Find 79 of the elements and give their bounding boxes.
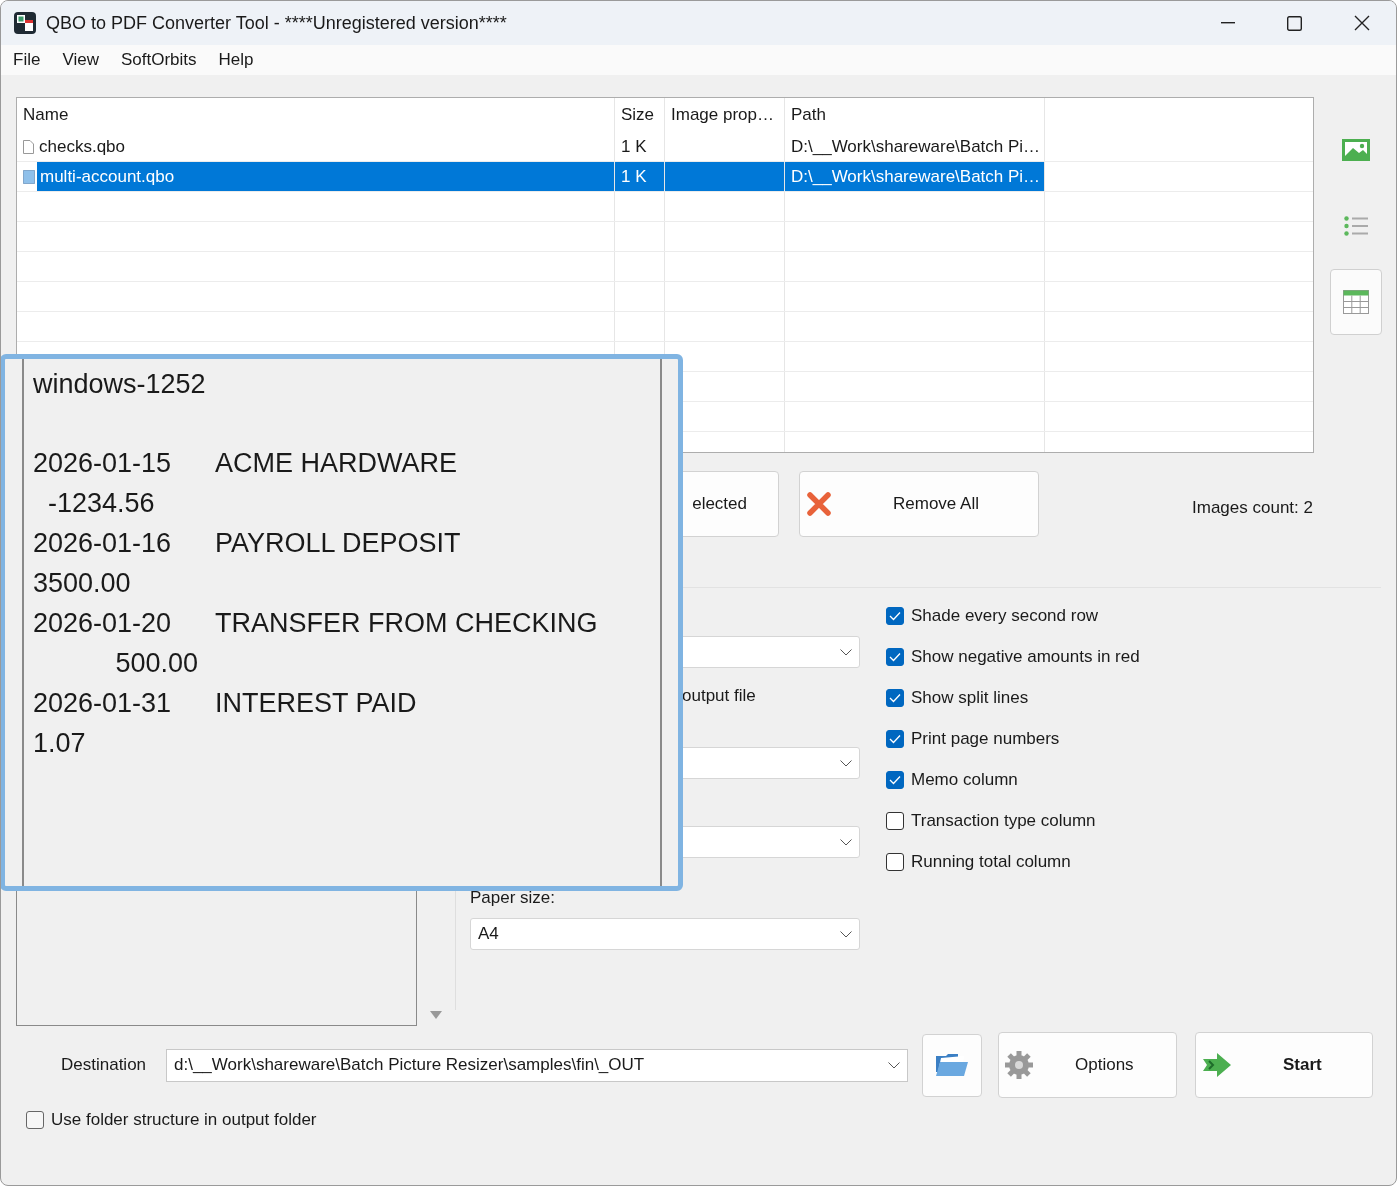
amount-text: -1234.56 bbox=[47, 487, 155, 520]
browse-folder-button[interactable] bbox=[922, 1033, 982, 1097]
file-name: multi-account.qbo bbox=[40, 166, 175, 187]
view-button[interactable] bbox=[1329, 269, 1382, 335]
output-file-label: output file bbox=[681, 685, 757, 707]
remove-icon bbox=[807, 491, 831, 516]
amount-text: 3500.00 bbox=[33, 567, 131, 600]
chevron-icon bbox=[840, 648, 852, 656]
chevron-icon bbox=[840, 930, 852, 938]
checkbox[interactable] bbox=[886, 606, 904, 625]
checkmark-icon bbox=[889, 610, 901, 621]
date-text: 2026-01-15 bbox=[33, 447, 173, 480]
amount-text: 1.07 bbox=[33, 727, 86, 760]
checkbox[interactable] bbox=[886, 688, 904, 707]
date-text: 2026-01-16 bbox=[33, 527, 173, 560]
date-text: 2026-01-20 bbox=[33, 607, 173, 640]
amount-text: 500.00 bbox=[114, 647, 199, 680]
path-cell: D:\__Work\shareware\Batch Pi… bbox=[785, 132, 1045, 161]
file-name: checks.qbo bbox=[39, 136, 125, 157]
checkbox-label[interactable]: Show negative amounts in red bbox=[911, 646, 1140, 667]
picture-icon bbox=[1341, 139, 1370, 161]
paper-size-label: Paper size: bbox=[470, 888, 557, 908]
checkbox[interactable] bbox=[886, 729, 904, 748]
checkbox[interactable] bbox=[886, 647, 904, 666]
list-icon bbox=[1343, 216, 1368, 236]
chevron-icon bbox=[840, 759, 852, 767]
checkbox-label[interactable]: Print page numbers bbox=[911, 728, 1060, 749]
destination-field[interactable]: d:\__Work\shareware\Batch Picture Resizer\samples\fin\_OUT bbox=[166, 1048, 908, 1082]
menu-item[interactable]: File bbox=[13, 50, 41, 70]
file-icon bbox=[23, 169, 35, 184]
payee-text: ACME HARDWARE bbox=[215, 447, 457, 480]
checkbox[interactable] bbox=[886, 852, 904, 871]
encoding-text: windows-1252 bbox=[33, 368, 207, 401]
menu-item[interactable]: View bbox=[62, 50, 99, 70]
column-header[interactable]: Image prop… bbox=[665, 98, 785, 132]
remove-all-button[interactable]: Remove All bbox=[799, 470, 1039, 537]
minimize-icon[interactable] bbox=[1221, 22, 1235, 24]
arrow-icon bbox=[1203, 1053, 1231, 1077]
payee-text: INTEREST PAID bbox=[215, 687, 417, 720]
checkbox[interactable] bbox=[886, 811, 904, 830]
column-header[interactable]: Size bbox=[615, 98, 665, 132]
start-button[interactable]: Start bbox=[1195, 1032, 1373, 1098]
path-cell: D:\__Work\shareware\Batch Pi… bbox=[785, 162, 1045, 191]
menu-item[interactable]: SoftOrbits bbox=[120, 50, 197, 70]
menu-item[interactable]: Help bbox=[218, 50, 254, 70]
destination-label: Destination bbox=[61, 1055, 148, 1075]
file-icon bbox=[23, 139, 34, 154]
table-row[interactable]: multi-account.qbo 1 K D:\__Work\shareware\Batch Pi… bbox=[17, 162, 1313, 192]
checkbox-label[interactable]: Show split lines bbox=[911, 687, 1029, 708]
chevron-icon bbox=[840, 838, 852, 846]
images-count: Images count: 2 bbox=[1192, 497, 1313, 518]
paper-size-dropdown[interactable]: A4 bbox=[470, 918, 860, 950]
checkmark-icon bbox=[889, 692, 901, 703]
checkbox-label[interactable]: Transaction type column bbox=[911, 810, 1096, 831]
checkbox[interactable] bbox=[886, 770, 904, 789]
maximize-icon[interactable] bbox=[1287, 15, 1302, 31]
size-cell: 1 K bbox=[615, 132, 665, 161]
close-icon[interactable] bbox=[1354, 15, 1370, 31]
checkbox-label[interactable]: Running total column bbox=[911, 851, 1071, 872]
chevron-icon bbox=[888, 1061, 900, 1069]
checkbox-label[interactable]: Shade every second row bbox=[911, 605, 1099, 626]
folder-icon bbox=[936, 1054, 968, 1076]
payee-text: TRANSFER FROM CHECKING bbox=[215, 607, 598, 640]
column-header[interactable]: Name bbox=[17, 98, 615, 132]
checkmark-icon bbox=[889, 651, 901, 662]
date-text: 2026-01-31 bbox=[33, 687, 173, 720]
checkmark-icon bbox=[889, 774, 901, 785]
table-icon bbox=[1342, 290, 1369, 314]
column-header[interactable]: Path bbox=[785, 98, 1045, 132]
checkbox-label[interactable]: Memo column bbox=[911, 769, 1018, 790]
checkmark-icon bbox=[889, 733, 901, 744]
window-title: QBO to PDF Converter Tool - ****Unregistered version**** bbox=[46, 12, 507, 34]
gear-icon bbox=[1005, 1051, 1033, 1079]
app-icon bbox=[14, 12, 36, 34]
size-cell: 1 K bbox=[615, 162, 665, 191]
checkbox-label[interactable]: Use folder structure in output folder bbox=[51, 1110, 317, 1130]
payee-text: PAYROLL DEPOSIT bbox=[215, 527, 461, 560]
checkbox[interactable] bbox=[26, 1111, 44, 1129]
options-button[interactable]: Options bbox=[998, 1032, 1177, 1098]
